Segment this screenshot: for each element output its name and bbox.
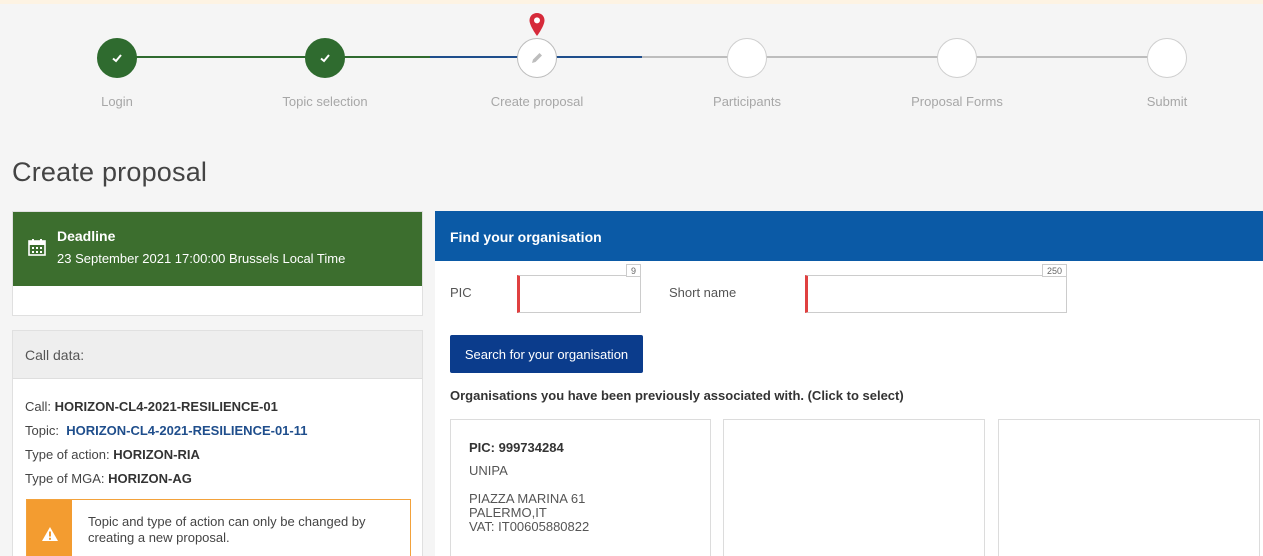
- pic-input[interactable]: 9: [517, 264, 641, 313]
- step-label-proposal-forms: Proposal Forms: [911, 94, 1003, 109]
- type-of-action-label: Type of action:: [25, 447, 110, 462]
- warning-alert: Topic and type of action can only be cha…: [26, 499, 411, 556]
- deadline-title: Deadline: [57, 228, 116, 244]
- step-label-login: Login: [101, 94, 133, 109]
- org-address: PIAZZA MARINA 61: [469, 491, 586, 506]
- deadline-banner: Deadline 23 September 2021 17:00:00 Brus…: [13, 212, 422, 286]
- step-proposal-forms-circle: [937, 38, 977, 78]
- warning-text: Topic and type of action can only be cha…: [88, 514, 366, 545]
- deadline-content: Deadline 23 September 2021 17:00:00 Brus…: [57, 228, 345, 266]
- pencil-icon: [532, 53, 542, 63]
- step-label-create-proposal: Create proposal: [490, 94, 584, 109]
- step-create-proposal-circle: [517, 38, 557, 78]
- checkmark-icon: [320, 54, 330, 63]
- short-name-char-counter: 250: [1041, 264, 1067, 277]
- type-of-action-value: HORIZON-RIA: [113, 447, 200, 462]
- step-topic-selection-circle: [305, 38, 345, 78]
- stepper-track-todo: [642, 56, 1167, 58]
- organisation-card-unipa[interactable]: PIC: 999734284 UNIPA PIAZZA MARINA 61 PA…: [450, 419, 711, 556]
- type-of-mga-label: Type of MGA:: [25, 471, 105, 486]
- org-pic: PIC: 999734284: [469, 440, 564, 455]
- step-label-topic-selection: Topic selection: [282, 94, 368, 109]
- calendar-icon: [28, 239, 46, 256]
- topic-link[interactable]: HORIZON-CL4-2021-RESILIENCE-01-11: [66, 423, 307, 438]
- map-pin-icon: [529, 13, 545, 36]
- topic-row: Topic: HORIZON-CL4-2021-RESILIENCE-01-11: [25, 419, 422, 443]
- step-submit-circle: [1147, 38, 1187, 78]
- call-label: Call:: [25, 399, 52, 414]
- step-participants-circle: [727, 38, 767, 78]
- warning-icon: [41, 527, 58, 541]
- warning-icon-box: [27, 500, 72, 556]
- step-participants: [727, 38, 767, 78]
- pic-label: PIC: [450, 285, 472, 300]
- call-data-header: Call data:: [13, 331, 422, 379]
- topic-label: Topic:: [25, 423, 59, 438]
- associated-organisations-note: Organisations you have been previously a…: [450, 388, 904, 403]
- call-data-card: Call data: Call: HORIZON-CL4-2021-RESILI…: [12, 330, 423, 556]
- deadline-text: 23 September 2021 17:00:00 Brussels Loca…: [57, 251, 346, 266]
- progress-stepper: Login Topic selection Create proposal Pa…: [0, 0, 1263, 130]
- step-create-proposal: [517, 38, 557, 78]
- short-name-label: Short name: [669, 285, 737, 300]
- search-organisation-button[interactable]: Search for your organisation: [450, 335, 643, 373]
- checkmark-icon: [112, 54, 122, 63]
- organisation-card-empty: [723, 419, 985, 556]
- step-proposal-forms: [937, 38, 977, 78]
- pic-char-counter: 9: [625, 264, 641, 277]
- step-login: [97, 38, 137, 78]
- step-label-submit: Submit: [1146, 94, 1188, 109]
- stepper-track-done-1: [117, 56, 325, 58]
- step-login-circle: [97, 38, 137, 78]
- page-title: Create proposal: [12, 157, 208, 187]
- type-of-mga-row: Type of MGA: HORIZON-AG: [25, 467, 422, 491]
- step-label-participants: Participants: [713, 94, 781, 109]
- call-value: HORIZON-CL4-2021-RESILIENCE-01: [54, 399, 278, 414]
- org-vat: VAT: IT00605880822: [469, 519, 590, 534]
- short-name-input[interactable]: 250: [805, 264, 1067, 313]
- type-of-action-row: Type of action: HORIZON-RIA: [25, 443, 422, 467]
- call-row: Call: HORIZON-CL4-2021-RESILIENCE-01: [25, 395, 422, 419]
- deadline-card: Deadline 23 September 2021 17:00:00 Brus…: [12, 211, 423, 316]
- org-name: UNIPA: [469, 463, 508, 478]
- org-city: PALERMO,IT: [469, 505, 547, 520]
- step-submit: [1147, 38, 1187, 78]
- call-data-body: Call: HORIZON-CL4-2021-RESILIENCE-01 Top…: [13, 379, 422, 491]
- type-of-mga-value: HORIZON-AG: [108, 471, 192, 486]
- step-topic-selection: [305, 38, 345, 78]
- find-organisation-header: Find your organisation: [435, 211, 1263, 261]
- find-organisation-card: Find your organisation PIC 9 Short name …: [435, 211, 1263, 556]
- organisation-card-empty: [998, 419, 1260, 556]
